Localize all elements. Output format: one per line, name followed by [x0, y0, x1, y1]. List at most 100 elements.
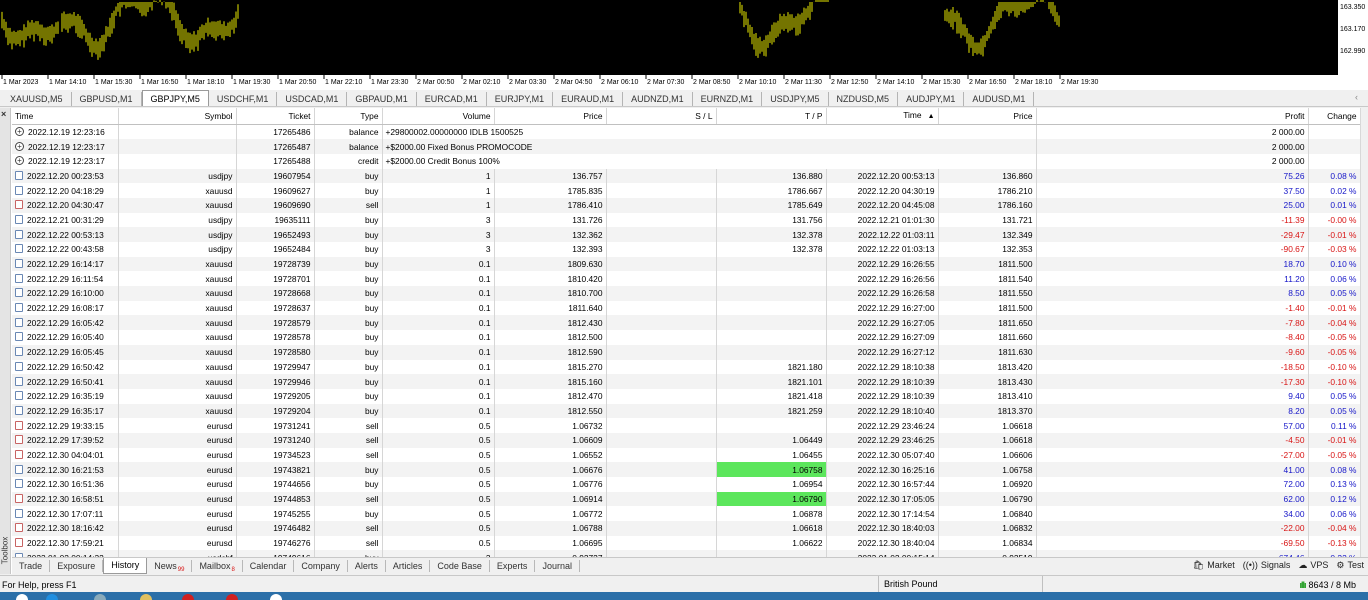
- col-profit[interactable]: Profit: [1036, 108, 1309, 125]
- col-volume[interactable]: Volume: [382, 108, 495, 125]
- col-open-price[interactable]: Price: [494, 108, 607, 125]
- trade-row[interactable]: 2022.12.21 00:31:29 usdjpy 19635111 buy 3 131…: [12, 212, 1360, 228]
- trade-row[interactable]: 2022.12.29 16:11:54 xauusd 19728701 buy 0.1 1…: [12, 271, 1360, 287]
- link-signals[interactable]: ((•)) Signals: [1243, 560, 1291, 571]
- trade-row[interactable]: 2022.12.29 19:33:15 eurusd 19731241 sell 0.5…: [12, 418, 1360, 433]
- symbol-tab[interactable]: GBPAUD,M1: [347, 92, 417, 106]
- trade-row[interactable]: 2022.12.20 04:18:29 xauusd 19609627 buy 1 178…: [12, 183, 1360, 198]
- balance-row[interactable]: 2022.12.19 12:23:17 17265487balance+$2000…: [12, 139, 1360, 154]
- tab-alerts[interactable]: Alerts: [348, 560, 386, 572]
- taskbar-app-icon[interactable]: [94, 594, 106, 600]
- cell-tp: 1.06758: [716, 462, 827, 477]
- trade-row[interactable]: 2022.12.29 16:14:17 xauusd 19728739 buy 0.1 1…: [12, 256, 1360, 272]
- trade-row[interactable]: 2022.12.20 00:23:53 usdjpy 19607954 buy 1 136…: [12, 168, 1360, 184]
- symbol-tab[interactable]: USDCHF,M1: [209, 92, 278, 106]
- tab-news[interactable]: News99: [147, 560, 193, 573]
- cell-close-time: 2022.12.29 18:10:39: [826, 388, 939, 404]
- trade-row[interactable]: 2022.12.22 00:53:13 usdjpy 19652493 buy 3 132…: [12, 227, 1360, 242]
- col-type[interactable]: Type: [314, 108, 383, 125]
- trade-row[interactable]: 2022.12.29 16:50:41 xauusd 19729946 buy 0.1 1…: [12, 374, 1360, 389]
- trade-row[interactable]: 2022.12.29 16:35:19 xauusd 19729205 buy 0.1 1…: [12, 388, 1360, 404]
- trade-row[interactable]: 2022.12.29 17:39:52 eurusd 19731240 sell 0.5…: [12, 432, 1360, 448]
- cell-price: 132.393: [494, 242, 607, 257]
- symbol-tab[interactable]: GBPJPY,M5: [141, 90, 209, 106]
- close-icon[interactable]: ×: [1, 109, 6, 119]
- cell-profit: 37.50: [1036, 183, 1309, 198]
- trade-row[interactable]: 2022.12.30 16:21:53 eurusd 19743821 buy 0.5 1…: [12, 462, 1360, 477]
- tab-experts[interactable]: Experts: [490, 560, 536, 572]
- symbol-tab[interactable]: XAUUSD,M5: [2, 92, 72, 106]
- status-profile[interactable]: British Pound: [878, 576, 1042, 593]
- taskbar-app-icon[interactable]: [46, 594, 58, 600]
- vertical-scrollbar[interactable]: [1360, 108, 1368, 557]
- trade-row[interactable]: 2022.12.29 16:10:00 xauusd 19728668 buy 0.1 1…: [12, 286, 1360, 301]
- symbol-tab[interactable]: EURJPY,M1: [487, 92, 554, 106]
- taskbar-app-icon[interactable]: [270, 594, 282, 600]
- balance-row[interactable]: 2022.12.19 12:23:16 17265486balance+29800…: [12, 124, 1360, 140]
- trade-row[interactable]: 2022.12.30 18:16:42 eurusd 19746482 sell 0.5…: [12, 521, 1360, 536]
- buy-deal-icon: [15, 376, 23, 386]
- symbol-tab[interactable]: AUDUSD,M1: [964, 92, 1035, 106]
- cell-price: 1.06732: [494, 418, 607, 433]
- cell-close-time: 2022.12.21 01:01:30: [826, 212, 939, 228]
- symbol-tab[interactable]: USDCAD,M1: [277, 92, 348, 106]
- tab-mailbox[interactable]: Mailbox8: [192, 560, 243, 573]
- tab-company[interactable]: Company: [294, 560, 348, 572]
- symbol-tab[interactable]: EURAUD,M1: [553, 92, 624, 106]
- col-close-time[interactable]: Time ▲: [826, 108, 939, 125]
- trade-row[interactable]: 2022.12.30 04:04:01 eurusd 19734523 sell 0.5…: [12, 447, 1360, 463]
- link-vps[interactable]: ☁ VPS: [1298, 560, 1328, 571]
- trade-row[interactable]: 2022.12.29 16:05:40 xauusd 19728578 buy 0.1 1…: [12, 330, 1360, 345]
- symbol-tab[interactable]: USDJPY,M5: [762, 92, 829, 106]
- symbol-tab[interactable]: AUDNZD,M1: [623, 92, 693, 106]
- taskbar-app-icon[interactable]: [226, 594, 238, 600]
- trade-row[interactable]: 2022.12.29 16:05:45 xauusd 19728580 buy 0.1 1…: [12, 344, 1360, 360]
- tab-trade[interactable]: Trade: [12, 560, 51, 572]
- trade-row[interactable]: 2022.12.30 16:51:36 eurusd 19744656 buy 0.5 1…: [12, 477, 1360, 492]
- tab-calendar[interactable]: Calendar: [243, 560, 295, 572]
- tabs-scroll-icon[interactable]: ‹: [1355, 92, 1358, 102]
- symbol-tab[interactable]: GBPUSD,M1: [72, 92, 142, 106]
- sort-ascending-icon: ▲: [927, 113, 935, 120]
- col-open-time[interactable]: Time: [12, 108, 119, 125]
- tab-label: Trade: [19, 561, 43, 571]
- col-take-profit[interactable]: T / P: [716, 108, 827, 125]
- symbol-tab[interactable]: NZDUSD,M5: [829, 92, 899, 106]
- trade-row[interactable]: 2022.12.29 16:08:17 xauusd 19728637 buy 0.1 1…: [12, 300, 1360, 316]
- col-symbol[interactable]: Symbol: [118, 108, 237, 125]
- start-icon[interactable]: [16, 594, 28, 600]
- balance-row[interactable]: 2022.12.19 12:23:17 17265488credit+$2000.…: [12, 153, 1360, 169]
- col-change[interactable]: Change: [1308, 108, 1360, 125]
- tab-history[interactable]: History: [103, 558, 148, 574]
- link-test[interactable]: ⚙ Test: [1336, 560, 1364, 571]
- trade-row[interactable]: 2022.12.29 16:50:42 xauusd 19729947 buy 0.1 1…: [12, 359, 1360, 375]
- link-market[interactable]: 🛍 Market: [1193, 560, 1235, 571]
- taskbar-app-icon[interactable]: [182, 594, 194, 600]
- trade-row[interactable]: 2022.12.30 16:58:51 eurusd 19744853 sell 0.5…: [12, 491, 1360, 507]
- tab-exposure[interactable]: Exposure: [50, 560, 104, 572]
- trade-row[interactable]: 2022.12.29 16:35:17 xauusd 19729204 buy 0.1 1…: [12, 403, 1360, 419]
- symbol-tab[interactable]: EURCAD,M1: [417, 92, 487, 106]
- trade-row[interactable]: 2022.12.29 16:05:42 xauusd 19728579 buy 0.1 1…: [12, 315, 1360, 331]
- tab-code-base[interactable]: Code Base: [430, 560, 490, 572]
- col-stop-loss[interactable]: S / L: [606, 108, 717, 125]
- tab-label: Alerts: [354, 561, 378, 571]
- time-tick-label: 1 Mar 22:10: [325, 79, 362, 86]
- symbol-tab[interactable]: AUDJPY,M1: [898, 92, 965, 106]
- cell-volume: 0.5: [382, 506, 495, 522]
- col-close-price[interactable]: Price: [938, 108, 1037, 125]
- price-chart[interactable]: 163.350 163.170 162.990 1 Mar 2023 1 Mar 14…: [0, 0, 1368, 90]
- tab-articles[interactable]: Articles: [386, 560, 431, 572]
- chart-canvas[interactable]: 163.350 163.170 162.990 1 Mar 2023 1 Mar 14…: [0, 0, 1368, 90]
- trade-row[interactable]: 2022.12.22 00:43:58 usdjpy 19652484 buy 3 132…: [12, 242, 1360, 257]
- col-ticket[interactable]: Ticket: [236, 108, 315, 125]
- trade-row[interactable]: 2022.12.20 04:30:47 xauusd 19609690 sell 1 17…: [12, 197, 1360, 213]
- trade-row[interactable]: 2022.12.30 17:59:21 eurusd 19746276 sell 0.5…: [12, 535, 1360, 551]
- taskbar-app-icon[interactable]: [140, 594, 152, 600]
- trade-row[interactable]: 2022.12.30 17:07:11 eurusd 19745255 buy 0.5 1…: [12, 506, 1360, 522]
- cell-time-text: 2022.12.29 16:05:45: [27, 347, 104, 358]
- cell-profit: -4.50: [1036, 432, 1309, 448]
- cell-profit: -7.80: [1036, 315, 1309, 331]
- symbol-tab[interactable]: EURNZD,M1: [693, 92, 763, 106]
- tab-journal[interactable]: Journal: [535, 560, 580, 572]
